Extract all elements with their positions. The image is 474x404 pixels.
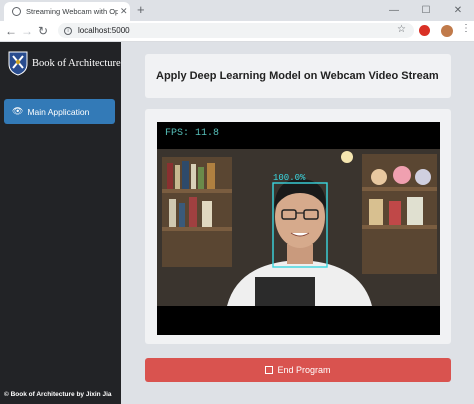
address-bar[interactable]: i localhost:5000 bbox=[58, 23, 414, 38]
reload-icon[interactable]: ↻ bbox=[38, 23, 48, 39]
end-program-label: End Program bbox=[277, 365, 331, 375]
profile-avatar[interactable] bbox=[441, 25, 453, 37]
tab-title: Streaming Webcam with OpenCV bbox=[26, 7, 118, 16]
maximize-icon[interactable]: ☐ bbox=[410, 0, 442, 21]
sidebar: Book of Architecture 👁 Main Application … bbox=[0, 42, 121, 404]
brand[interactable]: Book of Architecture bbox=[7, 50, 121, 76]
forward-icon[interactable]: → bbox=[21, 23, 33, 39]
webcam-frame-image: 100.0% bbox=[157, 149, 440, 306]
main-content: Apply Deep Learning Model on Webcam Vide… bbox=[121, 42, 474, 404]
globe-icon bbox=[12, 7, 21, 16]
logo-icon bbox=[8, 51, 28, 76]
heading-card: Apply Deep Learning Model on Webcam Vide… bbox=[145, 54, 451, 98]
extension-icon[interactable] bbox=[419, 25, 430, 36]
external-link-icon bbox=[265, 366, 274, 374]
brand-name: Book of Architecture bbox=[32, 57, 121, 69]
minimize-icon[interactable]: — bbox=[378, 0, 410, 21]
webcam-video-stream: FPS: 11.8 100.0% bbox=[157, 122, 440, 335]
back-icon[interactable]: ← bbox=[5, 23, 17, 39]
video-card: FPS: 11.8 100.0% bbox=[145, 109, 451, 344]
sidebar-item-label: Main Application bbox=[27, 106, 90, 117]
bookmark-star-icon[interactable]: ☆ bbox=[397, 24, 406, 35]
fps-readout: FPS: 11.8 bbox=[165, 128, 220, 139]
new-tab-icon[interactable]: + bbox=[137, 3, 145, 16]
page-title: Apply Deep Learning Model on Webcam Vide… bbox=[156, 70, 439, 82]
eye-icon: 👁 bbox=[12, 106, 24, 116]
close-tab-icon[interactable]: ✕ bbox=[120, 7, 128, 16]
url-text: localhost:5000 bbox=[78, 26, 130, 35]
end-program-button[interactable]: End Program bbox=[145, 358, 451, 382]
footer-credit: © Book of Architecture by Jixin Jia bbox=[4, 391, 112, 398]
detection-confidence-label: 100.0% bbox=[273, 173, 306, 183]
tab-strip: Streaming Webcam with OpenCV ✕ + — ☐ ✕ bbox=[0, 0, 474, 21]
close-window-icon[interactable]: ✕ bbox=[442, 0, 474, 21]
browser-tab[interactable]: Streaming Webcam with OpenCV ✕ bbox=[4, 2, 130, 21]
menu-kebab-icon[interactable]: ⋮ bbox=[461, 24, 471, 34]
browser-toolbar: ← → ↻ i localhost:5000 ☆ bbox=[0, 21, 474, 42]
sidebar-item-main-application[interactable]: 👁 Main Application bbox=[4, 99, 115, 124]
info-icon[interactable]: i bbox=[64, 26, 72, 35]
